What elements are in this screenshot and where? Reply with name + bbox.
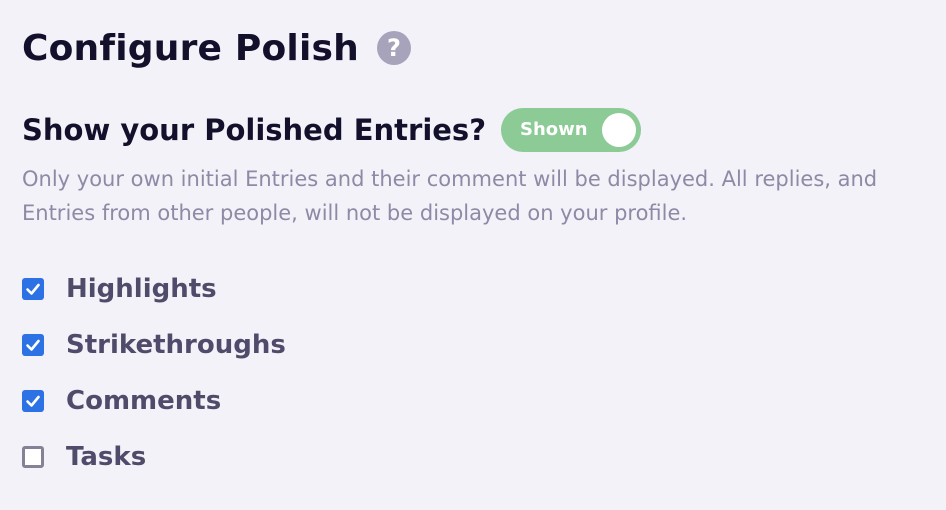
configure-polish-panel: Configure Polish ? Show your Polished En…	[22, 22, 922, 485]
question-icon[interactable]: ?	[376, 31, 411, 65]
option-strikethroughs[interactable]: Strikethroughs	[22, 317, 922, 373]
check-icon	[26, 395, 40, 407]
option-tasks[interactable]: Tasks	[22, 429, 922, 485]
title-row: Configure Polish ?	[22, 22, 922, 74]
highlights-checkbox[interactable]	[22, 278, 44, 300]
tasks-label: Tasks	[66, 442, 147, 472]
polished-entries-title: Show your Polished Entries?	[22, 113, 487, 147]
strikethroughs-checkbox[interactable]	[22, 334, 44, 356]
option-highlights[interactable]: Highlights	[22, 261, 922, 317]
polished-entries-row: Show your Polished Entries? Shown	[22, 108, 922, 152]
polish-options-list: Highlights Strikethroughs Comments Tasks	[22, 261, 922, 485]
comments-label: Comments	[66, 386, 222, 416]
check-icon	[26, 283, 40, 295]
comments-checkbox[interactable]	[22, 390, 44, 412]
tasks-checkbox[interactable]	[22, 446, 44, 468]
strikethroughs-label: Strikethroughs	[66, 330, 286, 360]
toggle-knob	[602, 113, 637, 147]
toggle-label: Shown	[520, 119, 588, 140]
highlights-label: Highlights	[66, 274, 217, 304]
option-comments[interactable]: Comments	[22, 373, 922, 429]
shown-toggle[interactable]: Shown	[501, 108, 642, 152]
check-icon	[26, 339, 40, 351]
polished-entries-description: Only your own initial Entries and their …	[22, 167, 878, 225]
page-title: Configure Polish	[22, 27, 359, 69]
